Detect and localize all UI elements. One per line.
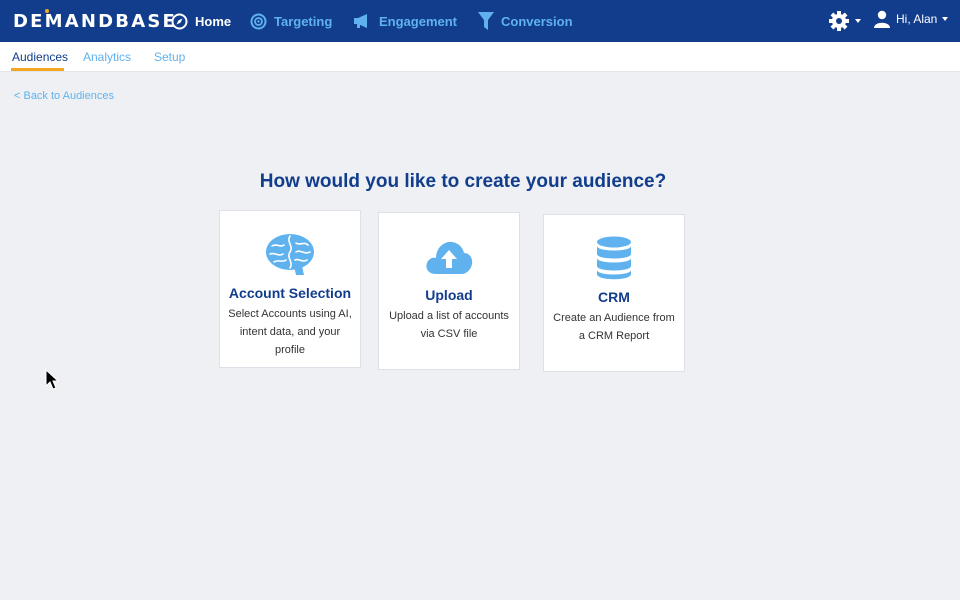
card-description: Upload a list of accounts via CSV file xyxy=(389,310,509,340)
nav-targeting-label: Targeting xyxy=(274,13,333,29)
back-to-audiences-link[interactable]: < Back to Audiences xyxy=(14,90,114,102)
chevron-down-icon xyxy=(855,19,861,23)
card-description: Select Accounts using AI, intent data, a… xyxy=(228,308,352,356)
logo-accent-dot xyxy=(45,9,49,13)
page-heading: How would you like to create your audien… xyxy=(259,171,667,192)
nav-engagement[interactable]: Engagement xyxy=(352,11,457,31)
crm-card[interactable]: CRM Create an Audience from a CRM Report xyxy=(543,214,685,372)
megaphone-icon xyxy=(354,14,367,28)
upload-card[interactable]: Upload Upload a list of accounts via CSV… xyxy=(378,212,520,370)
nav-conversion-label: Conversion xyxy=(501,13,573,29)
mouse-pointer-icon xyxy=(45,369,59,390)
tab-analytics[interactable]: Analytics xyxy=(83,50,131,64)
sub-navigation: Audiences Analytics Setup xyxy=(0,42,960,72)
nav-conversion[interactable]: Conversion xyxy=(478,11,573,31)
tab-audiences[interactable]: Audiences xyxy=(12,50,68,64)
card-title: CRM xyxy=(598,289,630,305)
nav-engagement-label: Engagement xyxy=(379,13,458,29)
nav-home-label: Home xyxy=(195,13,232,29)
user-greeting: Hi, Alan xyxy=(896,12,938,26)
funnel-icon xyxy=(478,12,494,30)
card-title: Upload xyxy=(425,287,473,303)
user-icon xyxy=(874,10,890,28)
compass-icon xyxy=(171,13,188,29)
cloud-upload-icon xyxy=(426,241,473,274)
gear-icon xyxy=(829,11,849,31)
active-tab-indicator xyxy=(11,68,64,71)
top-navigation-bar: DEMANDBASE Home Targeting Engagement Con… xyxy=(0,0,960,42)
chevron-down-icon xyxy=(942,17,949,21)
settings-menu[interactable] xyxy=(828,10,861,32)
nav-home[interactable]: Home xyxy=(171,11,231,31)
nav-targeting[interactable]: Targeting xyxy=(250,11,332,31)
account-selection-card[interactable]: Account Selection Select Accounts using … xyxy=(219,210,361,368)
user-menu[interactable]: Hi, Alan xyxy=(874,10,949,28)
tab-setup[interactable]: Setup xyxy=(154,50,185,64)
brain-icon xyxy=(266,234,314,275)
target-icon xyxy=(250,13,267,29)
database-icon xyxy=(597,236,631,280)
card-description: Create an Audience from a CRM Report xyxy=(553,312,675,342)
demandbase-logo[interactable]: DEMANDBASE xyxy=(13,11,177,32)
card-title: Account Selection xyxy=(228,285,352,301)
